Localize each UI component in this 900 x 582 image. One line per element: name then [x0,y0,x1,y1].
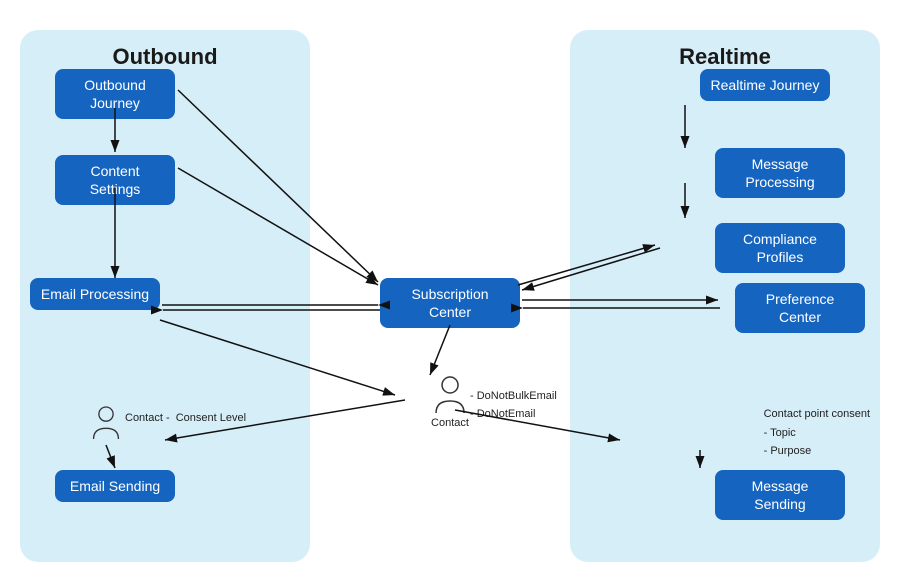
subscription-center-box: Subscription Center [380,278,520,328]
right-contact-purpose: - Purpose [764,442,870,461]
email-sending-box: Email Sending [55,470,175,502]
right-contact-topic: - Topic [764,424,870,443]
email-processing-box: Email Processing [30,278,160,310]
center-contact-figure: Contact [431,375,469,429]
realtime-journey-box: Realtime Journey [700,69,830,101]
content-settings-box: Content Settings [55,155,175,205]
contact-field-2: - DoNotEmail [470,406,557,424]
left-contact-figure [90,405,122,441]
contact-field-1: - DoNotBulkEmail [470,388,557,406]
outbound-title: Outbound [20,30,310,74]
message-processing-box: Message Processing [715,148,845,198]
center-contact-label: Contact [431,417,469,429]
left-contact-info: Contact - Consent Level [125,412,246,424]
outbound-journey-box: Outbound Journey [55,69,175,119]
compliance-profiles-box: Compliance Profiles [715,223,845,273]
message-sending-box: Message Sending [715,470,845,520]
right-contact-label: Contact point consent [764,405,870,424]
preference-center-box: Preference Center [735,283,865,333]
right-contact-info: Contact point consent - Topic - Purpose [764,405,870,461]
main-container: Outbound Realtime Outbound Journey Conte… [0,0,900,582]
contact-fields: - DoNotBulkEmail - DoNotEmail [470,388,557,423]
realtime-title: Realtime [570,30,880,74]
